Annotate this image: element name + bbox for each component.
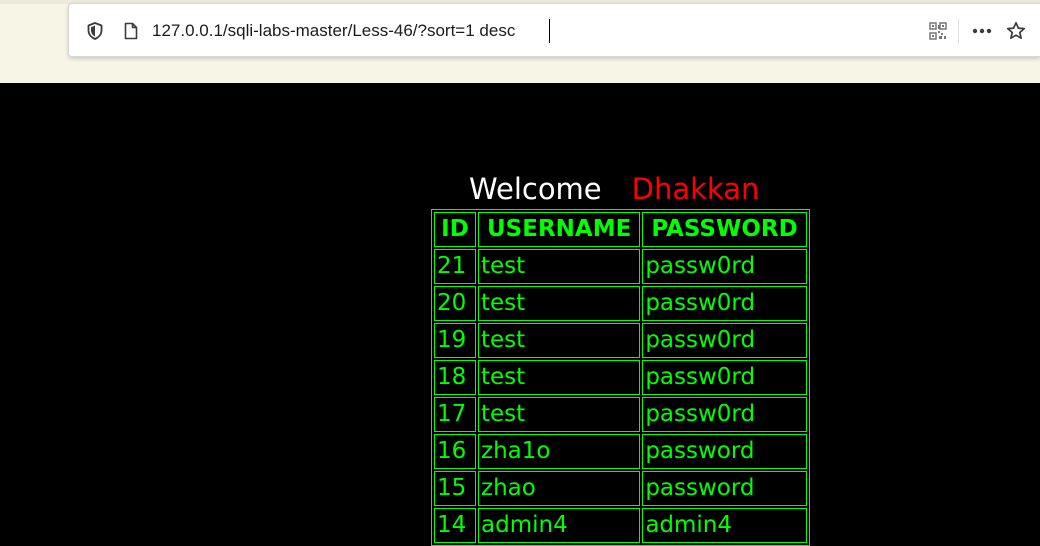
page-content: Welcome Dhakkan ID USERNAME PASSWORD 21 te…	[0, 83, 1040, 546]
table-row: 19 test passw0rd	[434, 323, 807, 358]
cell-password: password	[642, 434, 807, 469]
qr-code-icon[interactable]	[928, 21, 948, 41]
column-header-password: PASSWORD	[642, 212, 807, 247]
cell-id: 19	[434, 323, 476, 358]
cell-password: passw0rd	[642, 249, 807, 284]
cell-id: 16	[434, 434, 476, 469]
table-row: 16 zha1o password	[434, 434, 807, 469]
column-header-username: USERNAME	[478, 212, 641, 247]
toolbar-divider	[958, 18, 959, 44]
shield-icon[interactable]	[85, 21, 105, 41]
cell-username: test	[478, 323, 641, 358]
cell-password: password	[642, 471, 807, 506]
column-header-id: ID	[434, 212, 476, 247]
cell-username: test	[478, 360, 641, 395]
cell-password: passw0rd	[642, 360, 807, 395]
cell-username: admin4	[478, 508, 641, 543]
table-row: 20 test passw0rd	[434, 286, 807, 321]
page-icon[interactable]	[121, 21, 141, 41]
star-icon[interactable]	[1006, 21, 1026, 41]
table-row: 21 test passw0rd	[434, 249, 807, 284]
cell-password: passw0rd	[642, 397, 807, 432]
table-row: 18 test passw0rd	[434, 360, 807, 395]
cell-id: 17	[434, 397, 476, 432]
table-header-row: ID USERNAME PASSWORD	[434, 212, 807, 247]
cell-id: 21	[434, 249, 476, 284]
cell-username: test	[478, 249, 641, 284]
user-name: Dhakkan	[631, 172, 760, 206]
cell-password: passw0rd	[642, 323, 807, 358]
cell-username: zha1o	[478, 434, 641, 469]
cell-id: 15	[434, 471, 476, 506]
table-row: 15 zhao password	[434, 471, 807, 506]
cell-username: test	[478, 397, 641, 432]
welcome-text: Welcome	[469, 172, 602, 206]
cell-username: test	[478, 286, 641, 321]
cell-username: zhao	[478, 471, 641, 506]
text-cursor	[549, 19, 550, 43]
table-row: 14 admin4 admin4	[434, 508, 807, 543]
cell-id: 14	[434, 508, 476, 543]
cell-password: passw0rd	[642, 286, 807, 321]
table-row: 17 test passw0rd	[434, 397, 807, 432]
more-icon[interactable]	[972, 21, 992, 41]
cell-password: admin4	[642, 508, 807, 543]
cell-id: 20	[434, 286, 476, 321]
welcome-heading: Welcome Dhakkan	[469, 171, 759, 207]
address-bar[interactable]	[68, 3, 1040, 57]
cell-id: 18	[434, 360, 476, 395]
results-table: ID USERNAME PASSWORD 21 test passw0rd 20 tes…	[431, 209, 810, 546]
url-input[interactable]	[152, 19, 852, 43]
